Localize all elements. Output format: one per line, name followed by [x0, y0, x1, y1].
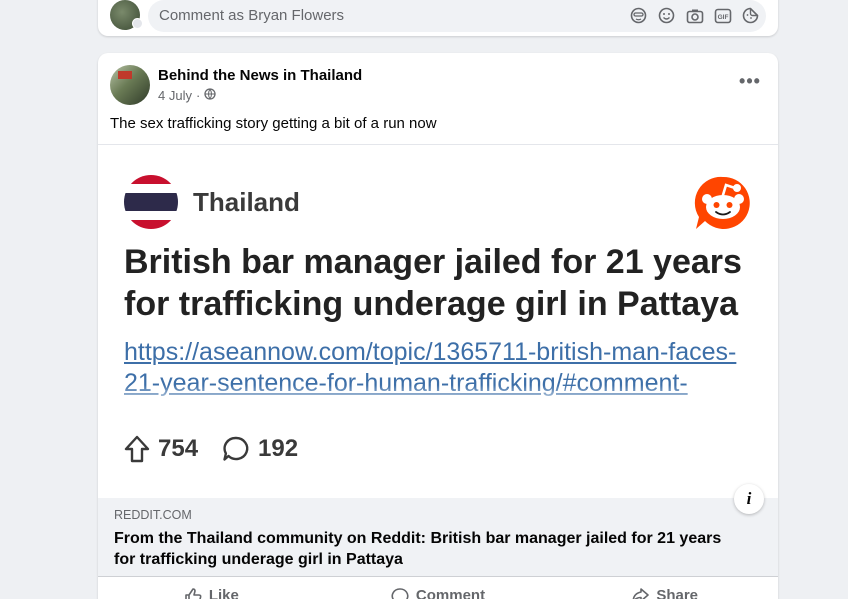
info-button[interactable]: i — [734, 484, 764, 514]
meta-separator: · — [195, 88, 201, 103]
share-label: Share — [656, 587, 699, 599]
like-button[interactable]: Like — [98, 577, 325, 599]
globe-icon — [204, 88, 216, 103]
post-meta: 4 July · — [158, 88, 216, 103]
author-name[interactable]: Behind the News in Thailand — [158, 67, 362, 84]
link-preview[interactable]: i REDDIT.COM From the Thailand community… — [98, 484, 778, 576]
comment-label: Comment — [415, 587, 486, 599]
flag-white-bottom — [124, 211, 178, 220]
thailand-flag-icon — [124, 175, 178, 229]
camera-icon[interactable] — [685, 6, 704, 25]
subreddit-name: Thailand — [193, 187, 300, 217]
comment-button[interactable]: Comment — [325, 577, 552, 599]
flag-red-top — [124, 175, 178, 184]
emoji-icon[interactable] — [657, 6, 676, 25]
comment-tools: GIF — [629, 6, 760, 25]
post-text: The sex trafficking story getting a bit … — [110, 115, 437, 132]
comment-bubble-icon — [223, 436, 249, 461]
shared-image[interactable]: Thailand British bar manager jailed for … — [98, 144, 778, 498]
share-button[interactable]: Share — [551, 577, 778, 599]
link-domain: REDDIT.COM — [114, 508, 192, 522]
svg-text:GIF: GIF — [717, 13, 728, 20]
thumbs-up-icon — [185, 588, 202, 599]
profile-switch-icon[interactable] — [132, 18, 143, 29]
link-fade — [98, 385, 778, 411]
comment-placeholder: Comment as Bryan Flowers — [159, 7, 345, 24]
author-avatar[interactable] — [110, 65, 150, 105]
share-icon — [632, 588, 650, 599]
comment-card: Comment as Bryan Flowers GIF — [98, 0, 778, 36]
sticker-icon[interactable] — [741, 6, 760, 25]
reddit-logo-icon — [694, 176, 750, 229]
post-card: Behind the News in Thailand 4 July · •••… — [98, 53, 778, 599]
article-link-line-1: https://aseannow.com/topic/1365711-briti… — [124, 338, 737, 366]
flag-red-bottom — [124, 220, 178, 229]
action-bar: Like Comment Share — [98, 576, 778, 599]
gif-icon[interactable]: GIF — [713, 6, 732, 25]
link-title: From the Thailand community on Reddit: B… — [114, 530, 722, 568]
flag-blue — [124, 193, 178, 211]
post-date[interactable]: 4 July — [158, 88, 192, 103]
comment-icon — [391, 588, 409, 599]
vote-row: 754 192 — [124, 435, 322, 463]
comment-count: 192 — [258, 435, 299, 462]
upvote-icon — [124, 435, 150, 463]
more-options-button[interactable]: ••• — [736, 71, 764, 91]
flag-white-top — [124, 184, 178, 193]
comment-input[interactable]: Comment as Bryan Flowers GIF — [148, 0, 766, 32]
avatar-sticker-icon[interactable] — [629, 6, 648, 25]
upvote-count: 754 — [158, 435, 199, 462]
headline: British bar manager jailed for 21 years … — [124, 243, 742, 323]
like-label: Like — [208, 587, 239, 599]
